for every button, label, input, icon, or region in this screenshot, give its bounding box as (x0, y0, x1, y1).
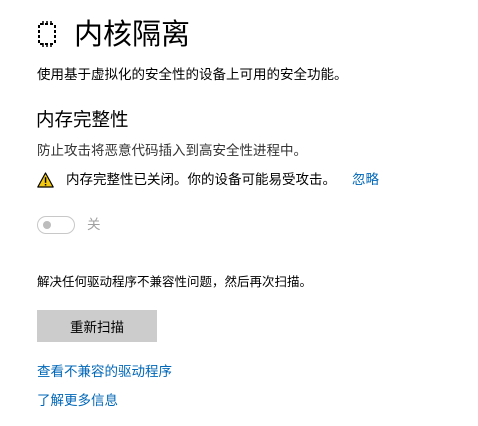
resolve-drivers-text: 解决任何驱动程序不兼容性问题，然后再次扫描。 (37, 274, 313, 289)
toggle-state-label: 关 (87, 217, 101, 233)
memory-integrity-title: 内存完整性 (36, 110, 129, 131)
rescan-button[interactable]: 重新扫描 (37, 310, 157, 342)
memory-integrity-warning: 内存完整性已关闭。你的设备可能易受攻击。 忽略 (37, 171, 379, 189)
core-isolation-chip-icon (36, 21, 58, 47)
learn-more-link[interactable]: 了解更多信息 (37, 392, 118, 410)
page-header: 内核隔离 (36, 14, 190, 54)
warning-icon (37, 172, 54, 188)
page-description: 使用基于虚拟化的安全性的设备上可用的安全功能。 (37, 67, 348, 83)
memory-integrity-description: 防止攻击将恶意代码插入到高安全性进程中。 (37, 143, 307, 159)
toggle-knob (43, 221, 51, 229)
memory-integrity-toggle-row: 关 (37, 216, 101, 234)
dismiss-warning-link[interactable]: 忽略 (352, 171, 379, 189)
view-incompatible-drivers-link[interactable]: 查看不兼容的驱动程序 (37, 363, 172, 381)
memory-integrity-toggle[interactable] (37, 216, 75, 234)
page-title: 内核隔离 (74, 17, 191, 51)
warning-text: 内存完整性已关闭。你的设备可能易受攻击。 (66, 172, 336, 188)
